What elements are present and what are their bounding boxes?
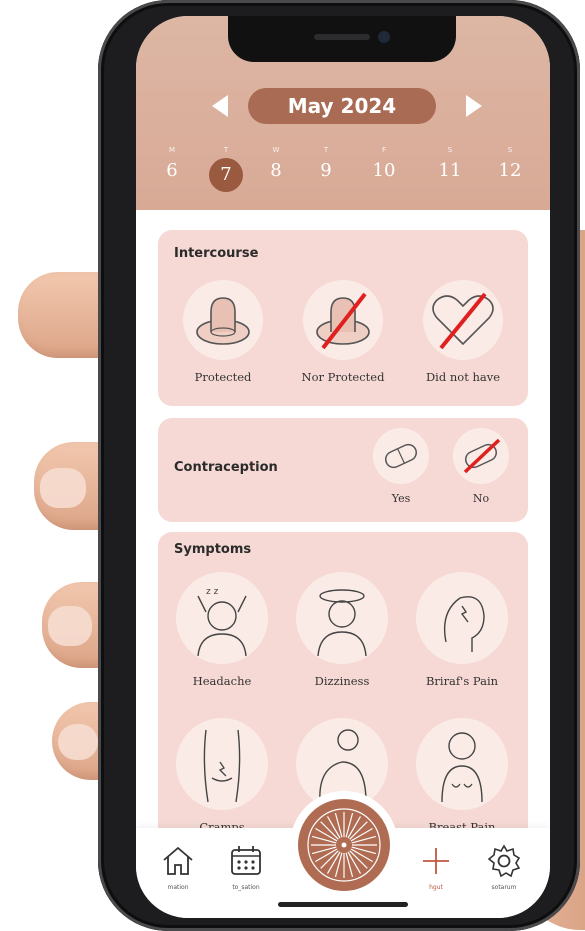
head-pain-icon xyxy=(416,572,508,664)
option-no[interactable]: No xyxy=(446,428,516,505)
tab-label: to_sation xyxy=(232,884,260,891)
option-label: Did not have xyxy=(425,370,501,384)
tab-calendar[interactable]: to_sation xyxy=(216,842,276,891)
symptom-headache[interactable]: z z Headache xyxy=(172,572,272,688)
option-label: Briraf's Pain xyxy=(425,674,499,688)
weekday-label: T xyxy=(223,146,229,154)
flower-icon xyxy=(298,799,390,891)
option-label: Yes xyxy=(391,492,411,505)
day-cell[interactable]: S 12 xyxy=(490,146,530,181)
cramps-icon xyxy=(176,718,268,810)
intercourse-card: Intercourse Protected Nor Protected Did … xyxy=(158,230,528,406)
front-camera xyxy=(378,31,390,43)
notch xyxy=(228,16,456,62)
day-cell[interactable]: S 11 xyxy=(430,146,470,181)
weekday-label: S xyxy=(447,146,453,154)
day-number: 10 xyxy=(372,160,396,181)
weekday-label: M xyxy=(168,146,176,154)
option-protected[interactable]: Protected xyxy=(168,280,278,384)
contraception-title: Contraception xyxy=(174,460,278,475)
weekday-label: W xyxy=(272,146,280,154)
tab-home[interactable]: mation xyxy=(148,842,208,891)
weekday-label: F xyxy=(381,146,387,154)
option-label: Protected xyxy=(194,370,252,384)
condom-crossed-icon xyxy=(303,280,383,360)
plus-icon xyxy=(423,848,449,874)
speaker xyxy=(314,34,370,40)
day-number: 8 xyxy=(270,160,282,181)
day-cell[interactable]: W8 xyxy=(256,146,296,181)
home-indicator xyxy=(278,902,408,907)
gear-icon xyxy=(487,844,521,878)
app-screen: May 2024 M6 T7 W8 T9 F 10 S 11 S 12 Interco… xyxy=(136,16,550,918)
intercourse-title: Intercourse xyxy=(174,246,259,261)
contraception-card: Contraception Yes No xyxy=(158,418,528,522)
tab-label: sotarum xyxy=(491,884,517,891)
option-did-not-have[interactable]: Did not have xyxy=(408,280,518,384)
option-label: Dizziness xyxy=(314,674,370,688)
home-icon xyxy=(163,846,193,875)
dizziness-icon xyxy=(296,572,388,664)
pill-icon xyxy=(373,428,429,484)
day-cell[interactable]: M6 xyxy=(152,146,192,181)
day-number: 6 xyxy=(166,160,178,181)
headache-icon: z z xyxy=(176,572,268,664)
pill-crossed-icon xyxy=(453,428,509,484)
symptom-dizziness[interactable]: Dizziness xyxy=(292,572,392,688)
day-cell[interactable]: T9 xyxy=(306,146,346,181)
option-label: Headache xyxy=(192,674,252,688)
prev-month-icon[interactable] xyxy=(212,95,228,117)
tab-add[interactable]: hgut xyxy=(406,842,466,891)
option-label: Nor Protected xyxy=(301,370,385,384)
day-number: 7 xyxy=(209,158,243,192)
symptoms-title: Symptoms xyxy=(174,542,252,557)
center-action-button[interactable] xyxy=(290,791,398,899)
weekday-label: T xyxy=(323,146,329,154)
symptom-breast-pain[interactable]: Breast Pain xyxy=(412,718,512,834)
day-number: 11 xyxy=(438,160,462,181)
weekday-label: S xyxy=(507,146,513,154)
day-number: 9 xyxy=(320,160,332,181)
option-label: No xyxy=(472,492,490,505)
tab-settings[interactable]: sotarum xyxy=(474,842,534,891)
day-number: 12 xyxy=(498,160,522,181)
day-cell-selected[interactable]: T7 xyxy=(206,146,246,192)
month-selector[interactable]: May 2024 xyxy=(248,88,436,124)
option-not-protected[interactable]: Nor Protected xyxy=(288,280,398,384)
tab-label: hgut xyxy=(429,884,443,891)
condom-icon xyxy=(183,280,263,360)
symptom-cramps[interactable]: Cramps xyxy=(172,718,272,834)
tab-label: mation xyxy=(167,884,189,891)
symptom-head-pain[interactable]: Briraf's Pain xyxy=(412,572,512,688)
option-yes[interactable]: Yes xyxy=(366,428,436,505)
heart-crossed-icon xyxy=(423,280,503,360)
week-strip: M6 T7 W8 T9 F 10 S 11 S 12 xyxy=(136,146,550,196)
svg-text:z z: z z xyxy=(206,587,219,597)
next-month-icon[interactable] xyxy=(466,95,482,117)
calendar-icon xyxy=(231,846,261,875)
breast-pain-icon xyxy=(416,718,508,810)
day-cell[interactable]: F 10 xyxy=(364,146,404,181)
